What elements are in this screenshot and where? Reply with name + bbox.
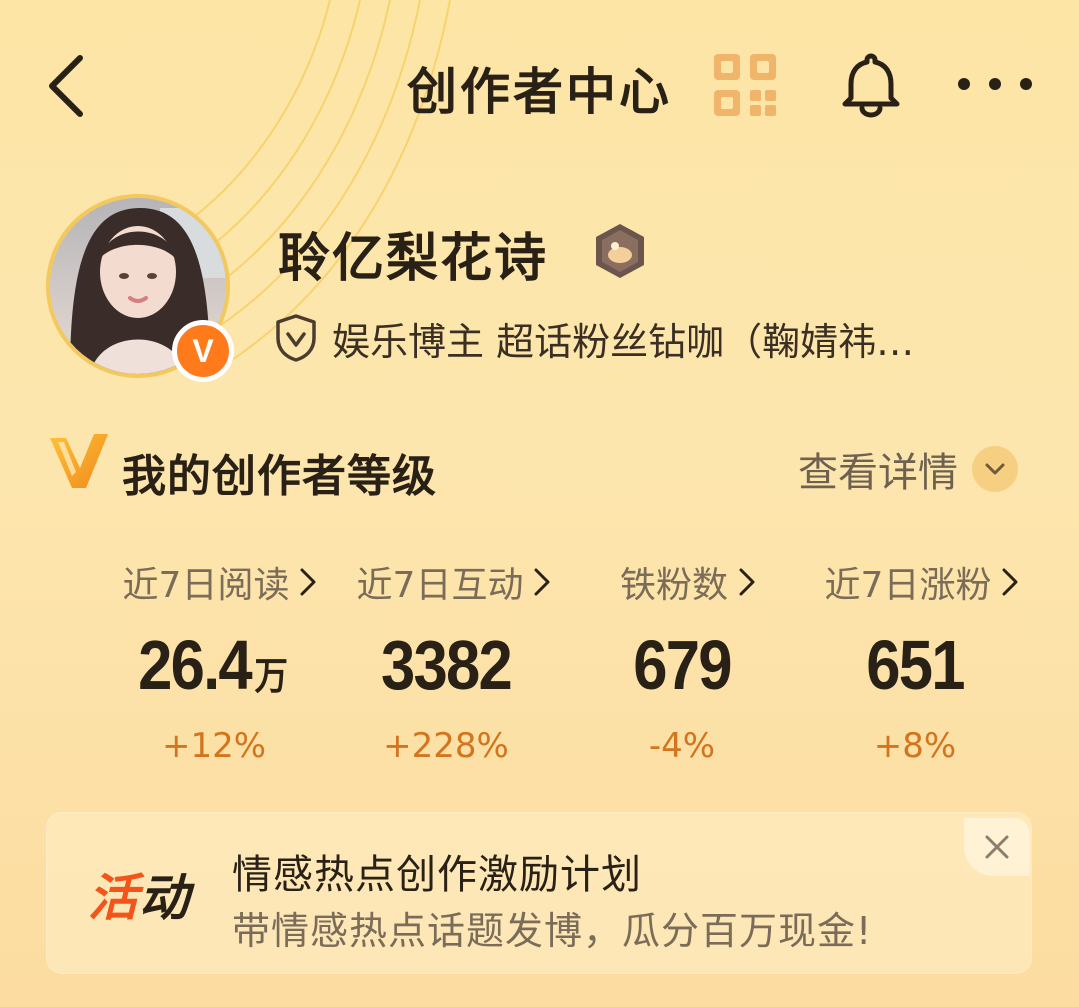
stat-change: +8%: [873, 726, 957, 766]
stat-unit: 万: [254, 656, 288, 698]
qr-code-button[interactable]: [712, 52, 778, 118]
stat-reads[interactable]: 近7日阅读 26.4 万 +12%: [100, 556, 340, 766]
stat-change: +12%: [161, 726, 267, 766]
stat-change: +228%: [383, 726, 509, 766]
shield-icon: [276, 314, 316, 362]
verification-row[interactable]: 娱乐博主 超话粉丝钻咖（鞠婧祎…: [274, 310, 914, 366]
close-icon: [985, 835, 1009, 859]
username: 聆亿梨花诗: [278, 229, 549, 289]
verified-badge: V: [172, 320, 234, 382]
stat-new-followers[interactable]: 近7日涨粉 651 +8%: [806, 556, 1038, 766]
chevron-right-icon: [1002, 568, 1018, 596]
activity-tag: 活动: [88, 858, 190, 930]
activity-title: 情感热点创作激励计划: [232, 852, 642, 898]
bell-icon: [842, 53, 900, 118]
chevron-down-icon: [972, 446, 1018, 492]
chevron-right-icon: [300, 568, 316, 596]
stat-value: 679: [633, 626, 732, 704]
chevron-right-icon: [534, 568, 550, 596]
stat-label: 铁粉数: [619, 565, 728, 606]
stat-value: 26.4: [138, 626, 253, 704]
activity-tag-part2: 动: [139, 869, 190, 927]
view-details-button[interactable]: 查看详情: [798, 440, 1018, 498]
creator-level-v-icon: [48, 432, 110, 490]
chevron-right-icon: [739, 568, 755, 596]
stat-label: 近7日涨粉: [824, 565, 992, 606]
stat-value: 3382: [380, 626, 513, 704]
stat-value: 651: [866, 626, 965, 704]
qr-code-icon: [714, 54, 776, 116]
stat-interactions[interactable]: 近7日互动 3382 +228%: [338, 556, 570, 766]
more-icon: [958, 78, 1032, 90]
verification-text: 娱乐博主 超话粉丝钻咖（鞠婧祎…: [332, 319, 915, 364]
more-options-button[interactable]: [950, 62, 1040, 106]
level-medal-icon[interactable]: [593, 222, 647, 280]
activity-banner[interactable]: 活动 情感热点创作激励计划 带情感热点话题发博，瓜分百万现金!: [46, 812, 1032, 974]
stat-change: -4%: [648, 726, 716, 766]
stat-label: 近7日阅读: [122, 565, 290, 606]
close-button[interactable]: [964, 818, 1030, 876]
view-details-label: 查看详情: [798, 450, 958, 496]
stat-iron-fans[interactable]: 铁粉数 679 -4%: [596, 556, 780, 766]
stat-label: 近7日互动: [356, 565, 524, 606]
creator-level-title: 我的创作者等级: [122, 451, 437, 502]
notification-button[interactable]: [836, 48, 906, 118]
activity-tag-part1: 活: [88, 869, 139, 927]
activity-subtitle: 带情感热点话题发博，瓜分百万现金!: [232, 909, 873, 953]
page-title: 创作者中心: [407, 63, 672, 121]
